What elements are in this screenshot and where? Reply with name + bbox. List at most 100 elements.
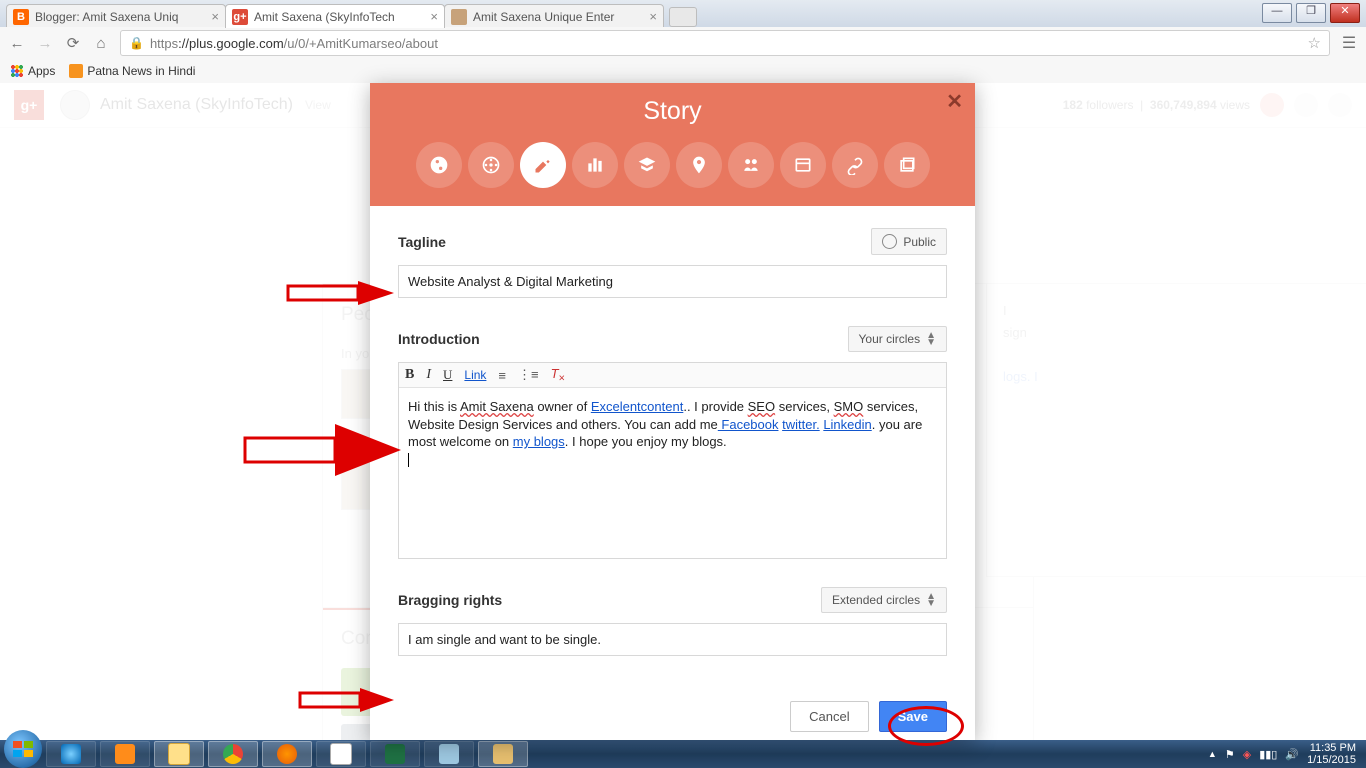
category-people-icon[interactable] [468,142,514,188]
favicon-image [451,9,467,25]
link-linkedin[interactable]: Linkedin [823,417,871,432]
link-excelentcontent[interactable]: Excelentcontent [591,399,684,414]
chrome-menu-icon[interactable]: ☰ [1340,34,1358,52]
category-contact-icon[interactable] [780,142,826,188]
modal-close-icon[interactable]: ✕ [946,89,963,114]
introduction-visibility-button[interactable]: Your circles ▲▼ [848,326,948,352]
flag-icon[interactable]: ⚑ [1225,748,1235,761]
category-work-icon[interactable] [572,142,618,188]
tab-blogger[interactable]: B Blogger: Amit Saxena Uniq × [6,4,226,28]
security-icon[interactable]: ◈ [1243,748,1251,761]
bragging-input[interactable] [398,623,947,656]
network-icon[interactable]: ▮▮▯ [1259,748,1277,761]
story-modal: ✕ Story Tagline Public [370,83,975,740]
category-education-icon[interactable] [624,142,670,188]
category-links-icon[interactable] [832,142,878,188]
link-twitter[interactable]: twitter. [782,417,820,432]
taskbar-ie[interactable] [46,741,96,767]
text-cursor [408,453,409,467]
taskbar-notepad[interactable] [424,741,474,767]
url-path: /u/0/+AmitKumarseo/about [284,36,438,51]
tab-close-icon[interactable]: × [211,9,219,24]
bookmark-bar: Apps Patna News in Hindi [0,59,1366,84]
modal-title: Story [370,97,975,126]
numbered-list-icon[interactable]: ≡ [498,368,506,383]
taskbar-paint[interactable] [478,741,528,767]
tab-title: Amit Saxena (SkyInfoTech [254,10,395,24]
reload-icon[interactable]: ⟳ [64,34,82,52]
bragging-label: Bragging rights [398,592,502,608]
category-places-icon[interactable] [676,142,722,188]
windows-logo-icon [13,741,33,757]
underline-button[interactable]: U [443,367,452,383]
back-icon[interactable]: ← [8,34,26,52]
tray-expand-icon[interactable]: ▲ [1208,749,1217,759]
tagline-visibility-button[interactable]: Public [871,228,947,255]
windows-taskbar: ▲ ⚑ ◈ ▮▮▯ 🔊 11:35 PM 1/15/2015 [0,740,1366,768]
tagline-label: Tagline [398,234,446,250]
browser-toolbar: ← → ⟳ ⌂ 🔒 https ://plus.google.com /u/0/… [0,27,1366,60]
minimize-button[interactable]: — [1262,3,1292,23]
link-myblogs[interactable]: my blogs [513,434,565,449]
link-facebook[interactable]: Facebook [718,417,779,432]
bookmark-star-icon[interactable]: ☆ [1308,34,1321,52]
visibility-text: Your circles [859,332,921,346]
introduction-textarea[interactable]: Hi this is Amit Saxena owner of Excelent… [399,388,946,558]
globe-icon [882,234,897,249]
bold-button[interactable]: B [405,367,414,383]
tab-close-icon[interactable]: × [649,9,657,24]
maximize-button[interactable]: ❐ [1296,3,1326,23]
tagline-input[interactable] [398,265,947,298]
introduction-editor: B I U Link ≡ ⋮≡ T× Hi this is Amit Saxen… [398,362,947,559]
link-button[interactable]: Link [464,368,486,382]
bookmark-patna-news[interactable]: Patna News in Hindi [69,64,195,78]
forward-icon: → [36,34,54,52]
window-titlebar: B Blogger: Amit Saxena Uniq × g+ Amit Sa… [0,0,1366,27]
category-story-icon[interactable] [520,142,566,188]
taskbar-firefox[interactable] [262,741,312,767]
lock-icon: 🔒 [129,36,144,50]
tab-title: Amit Saxena Unique Enter [473,10,614,24]
new-tab-button[interactable] [669,7,697,27]
category-photos-icon[interactable] [884,142,930,188]
apps-shortcut[interactable]: Apps [10,64,55,78]
visibility-text: Extended circles [832,593,920,607]
tab-site[interactable]: Amit Saxena Unique Enter × [444,4,664,28]
start-button[interactable] [4,730,42,768]
modal-footer: Cancel Save [370,693,975,740]
address-bar[interactable]: 🔒 https ://plus.google.com /u/0/+AmitKum… [120,30,1330,56]
save-button[interactable]: Save [879,701,947,732]
home-icon[interactable]: ⌂ [92,34,110,52]
italic-button[interactable]: I [426,367,431,383]
browser-tabs: B Blogger: Amit Saxena Uniq × g+ Amit Sa… [6,4,697,27]
taskbar-media[interactable] [100,741,150,767]
tab-close-icon[interactable]: × [430,9,438,24]
close-button[interactable]: ✕ [1330,3,1360,23]
tab-gplus[interactable]: g+ Amit Saxena (SkyInfoTech × [225,4,445,28]
bragging-visibility-button[interactable]: Extended circles ▲▼ [821,587,947,613]
url-scheme: https [150,36,178,51]
apps-label: Apps [28,64,55,78]
modal-header: ✕ Story [370,83,975,206]
bragging-section: Bragging rights Extended circles ▲▼ [398,587,947,656]
modal-body: Tagline Public Introduction Your circles… [370,206,975,693]
bulleted-list-icon[interactable]: ⋮≡ [518,367,539,383]
time-text: 11:35 PM [1307,742,1356,754]
tagline-section: Tagline Public [398,228,947,298]
chevron-updown-icon: ▲▼ [926,593,936,607]
category-relationship-icon[interactable] [728,142,774,188]
volume-icon[interactable]: 🔊 [1285,748,1299,761]
system-tray: ▲ ⚑ ◈ ▮▮▯ 🔊 11:35 PM 1/15/2015 [1208,742,1362,766]
visibility-text: Public [903,235,936,249]
clear-format-icon[interactable]: T× [551,366,565,385]
window-controls: — ❐ ✕ [1262,3,1360,23]
taskbar-chrome[interactable] [208,741,258,767]
taskbar-gtalk[interactable] [316,741,366,767]
category-basic-icon[interactable] [416,142,462,188]
favicon-blogger: B [13,9,29,25]
taskbar-clock[interactable]: 11:35 PM 1/15/2015 [1307,742,1356,766]
cancel-button[interactable]: Cancel [790,701,868,732]
taskbar-explorer[interactable] [154,741,204,767]
taskbar-excel[interactable] [370,741,420,767]
bookmark-label: Patna News in Hindi [87,64,195,78]
